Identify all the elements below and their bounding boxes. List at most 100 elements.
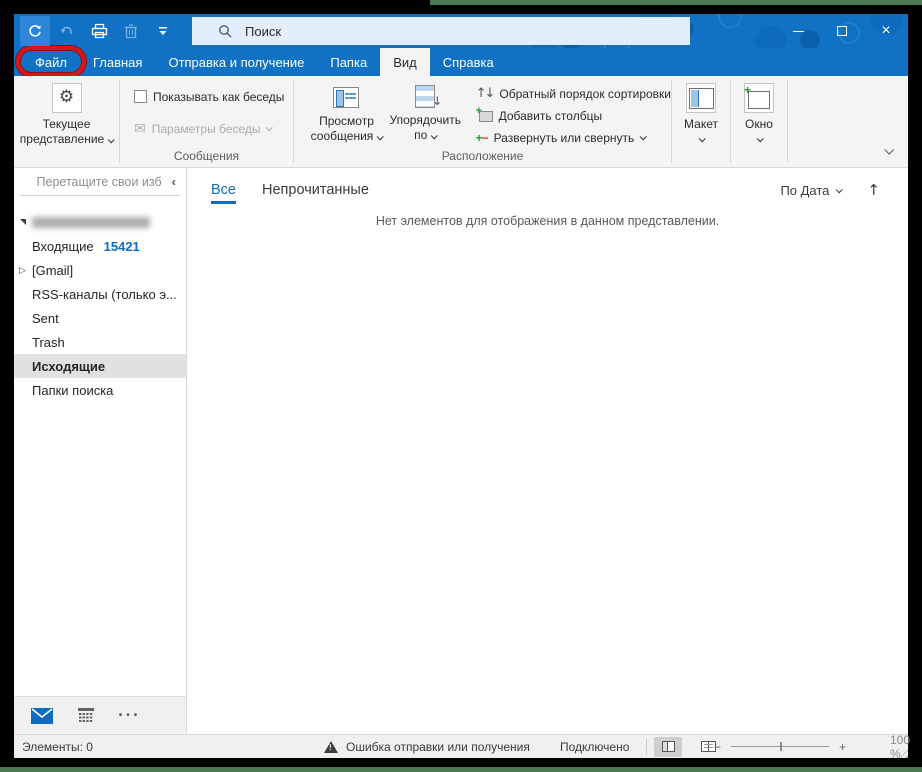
ribbon-group-current-view: ⚙ Текущее представление — [14, 76, 119, 167]
print-icon — [91, 23, 108, 39]
calendar-nav-button[interactable] — [68, 701, 104, 731]
chevron-down-icon — [108, 136, 115, 143]
chevron-down-icon — [836, 186, 843, 193]
navigation-bar: ••• — [14, 696, 186, 734]
print-button[interactable] — [84, 16, 114, 46]
close-button[interactable]: × — [864, 14, 908, 48]
zoom-out-button[interactable]: − — [714, 740, 721, 754]
ribbon-group-window: + Окно — [731, 76, 787, 167]
folder-inbox[interactable]: Входящие 15421 — [14, 234, 186, 258]
folder-search-folders[interactable]: Папки поиска — [14, 378, 186, 402]
filter-tab-unread[interactable]: Непрочитанные — [262, 182, 369, 204]
current-view-button[interactable]: ⚙ Текущее представление — [20, 83, 113, 147]
view-shortcuts — [654, 737, 722, 757]
folder-label: Исходящие — [32, 359, 105, 374]
message-preview-button[interactable]: Просмотр сообщения — [308, 83, 385, 144]
delete-button[interactable] — [116, 16, 146, 46]
divider — [646, 739, 647, 755]
customize-quick-access-button[interactable] — [148, 16, 178, 46]
layout-icon — [689, 88, 714, 109]
order-by-button[interactable]: ↓ Упорядочить по — [385, 83, 466, 143]
search-input[interactable]: Поиск — [192, 17, 690, 45]
group-label-arrangement: Расположение — [294, 149, 671, 163]
sort-direction-button[interactable]: ↑ — [867, 181, 880, 199]
add-columns-button[interactable]: + Добавить столбцы — [476, 107, 671, 124]
checkbox-icon — [134, 90, 147, 103]
group-label-messages: Сообщения — [120, 149, 293, 163]
chevron-down-icon — [431, 132, 438, 139]
unread-count-badge: 15421 — [104, 239, 140, 254]
tab-send-receive[interactable]: Отправка и получение — [155, 48, 317, 76]
ribbon: ⚙ Текущее представление Показывать как б… — [14, 76, 908, 168]
search-icon — [218, 24, 233, 39]
items-count: Элементы: 0 — [22, 740, 93, 754]
window-button[interactable]: + Окно — [744, 83, 774, 142]
collapsed-triangle-icon[interactable]: ▷ — [19, 265, 26, 276]
new-window-icon: + — [748, 91, 770, 109]
resize-grip[interactable] — [896, 746, 908, 758]
sort-by-dropdown[interactable]: По Дата — [780, 183, 841, 198]
message-list-pane: Все Непрочитанные По Дата ↑ Нет элементо… — [187, 168, 908, 734]
envelope-icon: ✉ — [134, 121, 146, 137]
show-as-conversations-checkbox[interactable]: Показывать как беседы — [134, 88, 284, 105]
maximize-button[interactable] — [820, 14, 864, 48]
send-receive-error-status[interactable]: ! Ошибка отправки или получения — [324, 740, 530, 754]
reverse-sort-label: Обратный порядок сортировки — [499, 87, 671, 101]
maximize-icon — [837, 26, 847, 36]
chevron-down-icon — [698, 135, 705, 142]
mail-nav-button[interactable] — [24, 701, 60, 731]
layout-label: Макет — [684, 117, 718, 132]
account-row[interactable] — [14, 210, 186, 234]
folder-label: Trash — [32, 335, 65, 350]
inbox-label: Входящие — [32, 239, 94, 254]
ribbon-group-layout: Макет — [672, 76, 730, 167]
folder-label: Sent — [32, 311, 59, 326]
layout-button[interactable]: Макет — [684, 83, 718, 142]
customize-toolbar-icon — [158, 26, 168, 36]
minimize-button[interactable] — [776, 14, 820, 48]
folder-label: RSS-каналы (только э... — [32, 287, 177, 302]
collapse-pane-icon[interactable]: ‹ — [172, 174, 176, 189]
folder-list: Входящие 15421 ▷ [Gmail] RSS-каналы (тол… — [14, 196, 186, 696]
send-receive-sync-button[interactable] — [20, 16, 50, 46]
folder-label: Папки поиска — [32, 383, 113, 398]
quick-access-toolbar — [14, 14, 178, 48]
zoom-in-button[interactable]: + — [839, 740, 846, 754]
folder-trash[interactable]: Trash — [14, 330, 186, 354]
chevron-down-icon — [884, 145, 894, 155]
zoom-slider[interactable] — [731, 746, 829, 747]
tab-view[interactable]: Вид — [380, 48, 430, 76]
collapse-ribbon-button[interactable] — [885, 143, 892, 157]
folder-outbox[interactable]: Исходящие — [14, 354, 186, 378]
tab-home[interactable]: Главная — [80, 48, 155, 76]
ribbon-group-arrangement: Просмотр сообщения ↓ Упорядочить по ↑↓ О… — [294, 76, 671, 167]
send-receive-error-label: Ошибка отправки или получения — [346, 740, 530, 754]
message-preview-label-line2: сообщения — [311, 129, 383, 144]
zoom-slider-thumb[interactable] — [780, 742, 782, 751]
titlebar: Поиск × — [14, 14, 908, 48]
message-list-header: Все Непрочитанные По Дата ↑ — [187, 168, 908, 212]
conversation-settings-label: Параметры беседы — [152, 122, 261, 136]
tab-file[interactable]: Файл — [22, 48, 80, 76]
expand-collapse-label: Развернуть или свернуть — [494, 131, 635, 145]
search-placeholder: Поиск — [245, 24, 281, 39]
expanded-triangle-icon[interactable] — [20, 219, 26, 225]
folder-gmail[interactable]: ▷ [Gmail] — [14, 258, 186, 282]
folder-sent[interactable]: Sent — [14, 306, 186, 330]
expand-collapse-button[interactable]: +− Развернуть или свернуть — [476, 129, 671, 146]
folder-pane: Перетащите свои изб ‹ Входящие 15421 ▷ [… — [14, 168, 187, 734]
tab-help[interactable]: Справка — [430, 48, 507, 76]
folder-rss[interactable]: RSS-каналы (только э... — [14, 282, 186, 306]
mail-icon — [31, 708, 53, 724]
filter-tab-all[interactable]: Все — [211, 182, 236, 204]
normal-view-button[interactable] — [654, 737, 682, 757]
message-preview-icon — [333, 87, 359, 108]
order-by-label-line2: по — [414, 128, 436, 143]
current-view-label-line2: представление — [20, 132, 113, 147]
undo-button[interactable] — [52, 16, 82, 46]
empty-folder-message: Нет элементов для отображения в данном п… — [187, 214, 908, 228]
tab-folder[interactable]: Папка — [317, 48, 380, 76]
outlook-window: Поиск × Файл Главная Отправка и получени… — [14, 14, 908, 758]
more-apps-button[interactable]: ••• — [112, 701, 148, 731]
reverse-sort-button[interactable]: ↑↓ Обратный порядок сортировки — [476, 85, 671, 102]
